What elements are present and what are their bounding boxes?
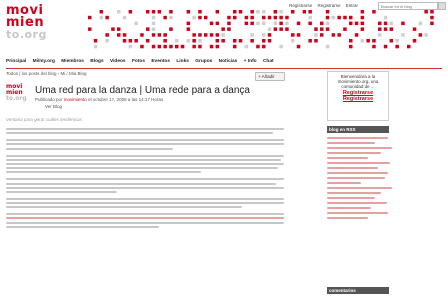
login-link[interactable]: Entrar bbox=[346, 3, 358, 8]
paragraph bbox=[6, 197, 284, 209]
sidebar-link[interactable] bbox=[327, 172, 395, 184]
search-input[interactable] bbox=[378, 2, 438, 10]
nav-photos[interactable]: Fotos bbox=[132, 59, 145, 64]
nav-divider bbox=[6, 68, 442, 69]
sidebar-link[interactable] bbox=[327, 202, 395, 209]
sidebar-heading-comments: comentarios bbox=[327, 287, 389, 294]
nav-groups[interactable]: Grupos bbox=[195, 59, 212, 64]
sidebar-link[interactable] bbox=[327, 187, 395, 199]
breadcrumb[interactable]: Todos | los posts del blog › Mi / Mia Bl… bbox=[6, 71, 86, 76]
nav-more-info[interactable]: + Info bbox=[244, 59, 257, 64]
welcome-box: Bienvenido/a a la movimiento.org, una co… bbox=[327, 71, 389, 121]
search-button[interactable] bbox=[438, 2, 446, 10]
top-links: Registrarse Registrarse Entrar bbox=[285, 3, 358, 8]
sidebar-heading-rss: blog en RSS bbox=[327, 126, 389, 133]
nav-blogs[interactable]: Blogs bbox=[90, 59, 103, 64]
main-nav: Principal Mi/my.org Miembros Blogs Video… bbox=[6, 59, 442, 68]
paragraph bbox=[6, 178, 284, 193]
site-logo[interactable]: movi mien to.org bbox=[6, 4, 81, 55]
sidebar-link[interactable] bbox=[327, 137, 395, 144]
nav-news[interactable]: Noticias bbox=[219, 59, 238, 64]
sidebar-link[interactable] bbox=[327, 212, 395, 219]
add-button[interactable]: + Añadir bbox=[255, 72, 285, 81]
avatar[interactable]: movi mien to.org bbox=[6, 84, 32, 110]
paragraph bbox=[6, 154, 284, 174]
sidebar-link[interactable] bbox=[327, 162, 395, 169]
author-link[interactable]: movimiento bbox=[64, 97, 87, 102]
post-title: Uma red para la danza | Uma rede para a … bbox=[35, 85, 250, 96]
post-body bbox=[6, 128, 284, 233]
sidebar-link[interactable] bbox=[327, 147, 395, 159]
login-button[interactable]: Registrarse bbox=[330, 96, 386, 102]
register-link[interactable]: Registrarse bbox=[289, 3, 312, 8]
nav-principal[interactable]: Principal bbox=[6, 59, 26, 64]
nav-videos[interactable]: Videos bbox=[110, 59, 126, 64]
paragraph bbox=[6, 213, 284, 228]
nav-links[interactable]: Links bbox=[176, 59, 189, 64]
nav-members[interactable]: Miembros bbox=[61, 59, 84, 64]
paragraph bbox=[6, 128, 284, 135]
view-blog-link[interactable]: Ver Blog bbox=[45, 104, 62, 109]
nav-my-page[interactable]: Mi/my.org bbox=[33, 59, 55, 64]
nav-events[interactable]: Eventos bbox=[151, 59, 170, 64]
register-link-2[interactable]: Registrarse bbox=[317, 3, 340, 8]
decorative-dot-pattern bbox=[88, 10, 434, 49]
post-meta: Publicado por movimiento el octubre 17, … bbox=[35, 97, 164, 102]
nav-chat[interactable]: Chat bbox=[263, 59, 274, 64]
sidebar-rss-list bbox=[327, 135, 395, 222]
paragraph bbox=[6, 139, 284, 150]
post-tagline: Ventana para gerar cuáles tendencias bbox=[6, 117, 82, 122]
